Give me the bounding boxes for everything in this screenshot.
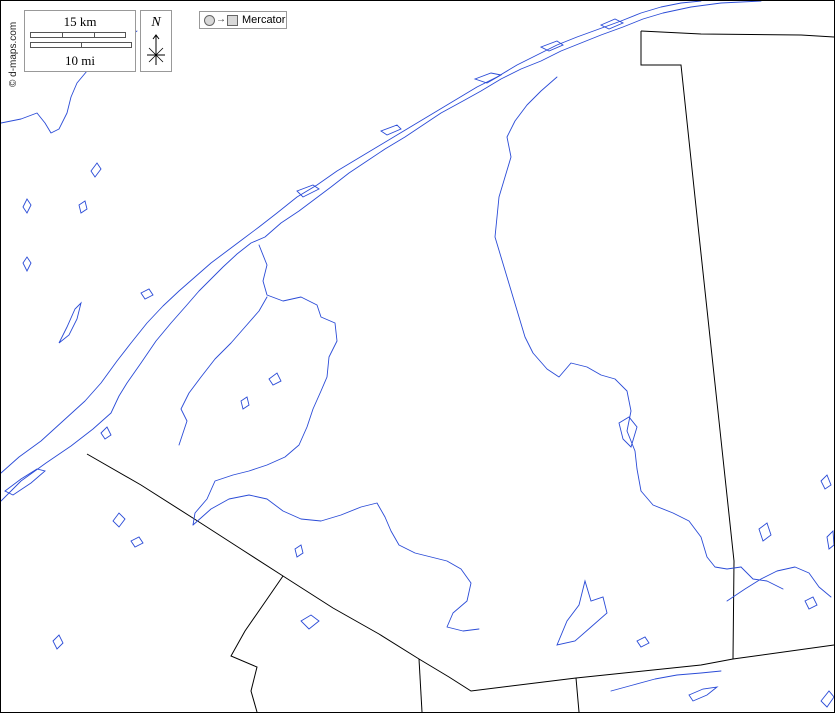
north-label: N <box>151 15 161 30</box>
island <box>539 40 564 52</box>
borders <box>86 30 834 712</box>
lake <box>52 634 64 650</box>
lake <box>100 426 112 440</box>
river <box>192 494 480 632</box>
river-shore <box>1 1 762 502</box>
lake <box>22 198 32 214</box>
lake <box>22 256 32 273</box>
bay-shore <box>178 296 268 446</box>
border-line <box>640 31 735 660</box>
river <box>494 76 742 570</box>
border-line <box>230 575 284 712</box>
lake <box>294 544 304 558</box>
projection-indicator: → Mercator <box>199 11 287 29</box>
scale-tick <box>62 33 63 37</box>
lake <box>240 396 250 410</box>
copyright-text: © d-maps.com <box>8 21 19 87</box>
map-frame: © d-maps.com 15 km 10 mi N → Mercator <box>0 0 835 713</box>
lake <box>618 416 638 448</box>
lake <box>804 596 818 610</box>
scale-tick <box>81 43 82 47</box>
scale-tick <box>94 33 95 37</box>
lake <box>268 372 282 386</box>
lake <box>820 690 834 708</box>
lake <box>112 512 126 528</box>
border-line <box>640 30 834 38</box>
border-line <box>418 658 423 712</box>
lake <box>78 200 88 214</box>
lake <box>636 636 650 648</box>
north-arrow: N <box>140 10 172 72</box>
lake <box>758 522 772 542</box>
lake <box>140 288 154 300</box>
lake <box>556 579 608 646</box>
map-canvas <box>1 1 834 712</box>
lake <box>300 614 320 630</box>
projection-label: Mercator <box>242 14 286 26</box>
water-features <box>1 1 834 708</box>
square-icon <box>227 14 238 26</box>
island <box>380 124 402 136</box>
lake <box>688 686 719 702</box>
lake <box>90 162 102 178</box>
river <box>610 670 722 692</box>
lake <box>826 529 834 550</box>
scale-km-label: 15 km <box>63 14 97 29</box>
circle-icon <box>204 14 215 26</box>
scale-km-bar <box>30 32 126 38</box>
lake <box>58 301 82 344</box>
arrow-right-icon: → <box>216 14 226 25</box>
scale-mi-label: 10 mi <box>65 53 95 68</box>
river <box>726 566 832 602</box>
border-line <box>86 453 834 692</box>
border-line <box>575 677 580 712</box>
lake <box>820 474 832 490</box>
lake <box>130 536 144 548</box>
scale-bar: 15 km 10 mi <box>24 10 136 72</box>
bay-shore <box>192 244 338 526</box>
scale-mi-bar <box>30 42 132 48</box>
compass-rose-icon <box>147 34 165 65</box>
